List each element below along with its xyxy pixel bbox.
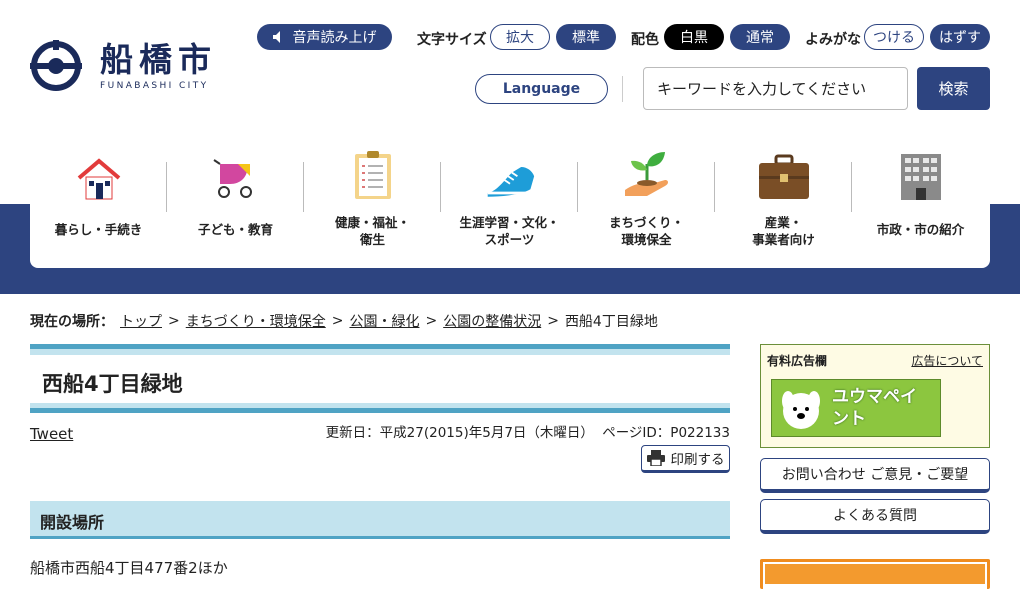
furigana-on-button[interactable]: つける — [864, 24, 924, 50]
furigana-label: よみがな — [805, 32, 861, 48]
nav-label: 子ども・教育 — [197, 222, 273, 237]
color-black-white-button[interactable]: 白黒 — [664, 24, 724, 50]
print-button[interactable]: 印刷する — [641, 445, 730, 473]
nav-label: 産業・ 事業者向け — [752, 215, 815, 247]
search-input[interactable]: キーワードを入力してください — [643, 67, 908, 110]
breadcrumb-separator: > — [547, 313, 559, 329]
briefcase-icon — [758, 144, 810, 200]
building-icon — [895, 144, 947, 200]
section-body: 船橋市西船4丁目477番2ほか — [30, 559, 228, 577]
print-label: 印刷する — [670, 452, 725, 468]
furigana-off-button[interactable]: はずす — [930, 24, 990, 50]
sprout-icon — [621, 144, 673, 200]
breadcrumb-link-parks[interactable]: 公園・緑化 — [349, 311, 419, 331]
sneaker-icon — [484, 144, 536, 200]
breadcrumb: 現在の場所： トップ > まちづくり・環境保全 > 公園・緑化 > 公園の整備状… — [30, 311, 658, 331]
nav-label: 生涯学習・文化・ スポーツ — [459, 215, 560, 247]
color-scheme-label: 配色 — [631, 32, 659, 48]
updated-date: 更新日：平成27(2015)年5月7日（木曜日） — [325, 425, 594, 441]
page-title-box: 西船4丁目緑地 — [30, 344, 730, 413]
printer-icon — [646, 450, 665, 466]
color-normal-button[interactable]: 通常 — [730, 24, 790, 50]
breadcrumb-label: 現在の場所： — [30, 314, 114, 330]
logo-name-jp: 船橋市 — [100, 39, 217, 79]
divider — [622, 76, 623, 102]
breadcrumb-separator: > — [168, 313, 180, 329]
font-enlarge-button[interactable]: 拡大 — [490, 24, 550, 50]
ad-about-link[interactable]: 広告について — [911, 352, 983, 369]
clipboard-icon — [347, 144, 399, 200]
breadcrumb-link-top[interactable]: トップ — [120, 311, 162, 331]
nav-item-children[interactable]: 子ども・教育 — [167, 130, 304, 268]
nav-item-business[interactable]: 産業・ 事業者向け — [715, 130, 852, 268]
city-emblem-icon — [30, 40, 82, 91]
breadcrumb-separator: > — [425, 313, 438, 329]
breadcrumb-link-park-status[interactable]: 公園の整備状況 — [443, 311, 541, 331]
logo-name-en: FUNABASHI CITY — [100, 80, 209, 91]
speaker-icon — [272, 31, 280, 43]
breadcrumb-current: 西船4丁目緑地 — [564, 314, 658, 330]
main-content: 西船4丁目緑地 Tweet 更新日：平成27(2015)年5月7日（木曜日） ペ… — [30, 344, 730, 578]
breadcrumb-link-town[interactable]: まちづくり・環境保全 — [186, 311, 326, 331]
site-header: 船橋市 FUNABASHI CITY 音声読み上げ 文字サイズ 拡大 標準 配色… — [0, 0, 1020, 130]
ad-header: 有料広告欄 — [767, 354, 828, 368]
site-logo[interactable]: 船橋市 FUNABASHI CITY — [30, 40, 217, 92]
nav-item-city-gov[interactable]: 市政・市の紹介 — [852, 130, 989, 268]
voice-reader-label: 音声読み上げ — [292, 30, 377, 46]
ad-banner-text: ユウマペイント — [832, 387, 917, 429]
nav-item-health[interactable]: 健康・福祉・ 衛生 — [304, 130, 441, 268]
page-id: ページID：P022133 — [602, 425, 730, 441]
global-nav: 暮らし・手続き 子ども・教育 健康・福祉・ 衛生 生涯学習・文化・ スポーツ ま… — [30, 130, 990, 268]
nav-label: 市政・市の紹介 — [876, 222, 965, 237]
nav-label: 健康・福祉・ 衛生 — [334, 215, 410, 247]
ad-banner[interactable]: ユウマペイント — [771, 379, 941, 437]
nav-item-learning[interactable]: 生涯学習・文化・ スポーツ — [441, 130, 578, 268]
house-icon — [73, 144, 125, 200]
nav-item-town[interactable]: まちづくり・ 環境保全 — [578, 130, 715, 268]
faq-button[interactable]: よくある質問 — [760, 499, 990, 534]
tweet-link[interactable]: Tweet — [30, 425, 73, 443]
sidebar: 有料広告欄 広告について ユウマペイント お問い合わせ ご意見・ご要望 よくある… — [760, 344, 990, 589]
search-button[interactable]: 検索 — [917, 67, 990, 110]
contact-button[interactable]: お問い合わせ ご意見・ご要望 — [760, 458, 990, 493]
ad-box: 有料広告欄 広告について ユウマペイント — [760, 344, 990, 448]
update-info: 更新日：平成27(2015)年5月7日（木曜日） ページID：P022133 — [326, 421, 730, 441]
section-heading: 開設場所 — [30, 501, 730, 539]
meta-row: Tweet 更新日：平成27(2015)年5月7日（木曜日） ページID：P02… — [30, 413, 730, 473]
orange-banner[interactable] — [760, 559, 990, 589]
stroller-icon — [210, 144, 262, 200]
dog-mascot-icon — [782, 391, 820, 429]
font-size-label: 文字サイズ — [417, 32, 487, 48]
language-button[interactable]: Language — [475, 74, 608, 104]
nav-item-living[interactable]: 暮らし・手続き — [30, 130, 167, 268]
page-title: 西船4丁目緑地 — [42, 372, 183, 396]
font-standard-button[interactable]: 標準 — [556, 24, 616, 50]
nav-label: 暮らし・手続き — [54, 222, 143, 237]
voice-reader-button[interactable]: 音声読み上げ — [257, 24, 392, 50]
nav-label: まちづくり・ 環境保全 — [608, 215, 684, 247]
breadcrumb-separator: > — [331, 313, 344, 329]
